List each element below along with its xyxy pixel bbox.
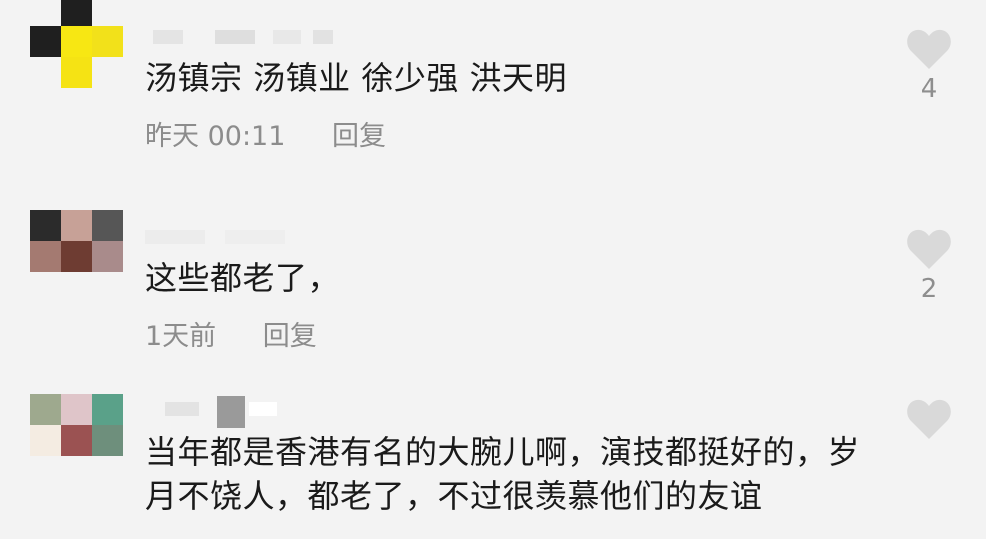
blur-block — [153, 30, 183, 44]
username-blurred[interactable] — [145, 230, 325, 244]
comment-text: 汤镇宗 汤镇业 徐少强 洪天明 — [145, 59, 568, 97]
avatar[interactable] — [30, 0, 123, 93]
avatar[interactable] — [30, 394, 123, 487]
blur-block — [225, 230, 285, 244]
blur-block — [215, 30, 255, 44]
comment-meta: 昨天 00:11 回复 — [145, 114, 386, 153]
avatar-pixel — [30, 425, 61, 456]
like-button[interactable]: 4 — [906, 28, 952, 104]
avatar-pixel — [61, 57, 92, 88]
avatar-pixel — [61, 394, 92, 425]
blur-block — [273, 30, 301, 44]
comment-time: 昨天 00:11 — [145, 121, 286, 152]
avatar-pixel — [61, 26, 92, 57]
avatar-pixel — [30, 57, 61, 88]
heart-icon — [907, 399, 951, 439]
avatar-pixel — [30, 26, 61, 57]
comment-meta: 1天前 回复 — [145, 314, 317, 353]
blur-block — [313, 30, 333, 44]
comment-item: 这些都老了， 1天前 回复 2 — [0, 200, 986, 390]
avatar-pixel — [92, 210, 123, 241]
heart-icon — [907, 229, 951, 269]
like-button[interactable] — [906, 398, 952, 444]
like-button[interactable]: 2 — [906, 228, 952, 304]
avatar-pixel — [30, 210, 61, 241]
comment-item: 汤镇宗 汤镇业 徐少强 洪天明 昨天 00:11 回复 4 — [0, 0, 986, 200]
avatar-pixel — [92, 425, 123, 456]
avatar-pixel — [92, 57, 123, 88]
comment-text: 这些都老了， — [145, 259, 341, 297]
blur-block — [145, 230, 205, 244]
avatar-pixel — [61, 425, 92, 456]
comment-text: 当年都是香港有名的大腕儿啊，演技都挺好的，岁月不饶人，都老了，不过很羡慕他们的友… — [145, 433, 861, 515]
blur-block — [217, 396, 245, 428]
heart-icon — [907, 29, 951, 69]
reply-button[interactable]: 回复 — [332, 114, 386, 153]
like-count: 4 — [920, 74, 938, 104]
avatar-pixel — [92, 26, 123, 57]
blur-block — [249, 402, 277, 416]
blur-block — [165, 402, 199, 416]
avatar-pixel — [30, 241, 61, 272]
username-blurred[interactable] — [145, 396, 305, 428]
avatar-pixel — [30, 394, 61, 425]
avatar-pixel — [92, 241, 123, 272]
comment-time: 1天前 — [145, 321, 217, 352]
avatar[interactable] — [30, 210, 123, 303]
avatar-pixel — [92, 394, 123, 425]
like-count: 2 — [920, 274, 938, 304]
comment-item: 当年都是香港有名的大腕儿啊，演技都挺好的，岁月不饶人，都老了，不过很羡慕他们的友… — [0, 392, 986, 539]
username-blurred[interactable] — [145, 30, 345, 44]
avatar-pixel — [61, 210, 92, 241]
avatar-pixel — [61, 241, 92, 272]
reply-button[interactable]: 回复 — [263, 314, 317, 353]
